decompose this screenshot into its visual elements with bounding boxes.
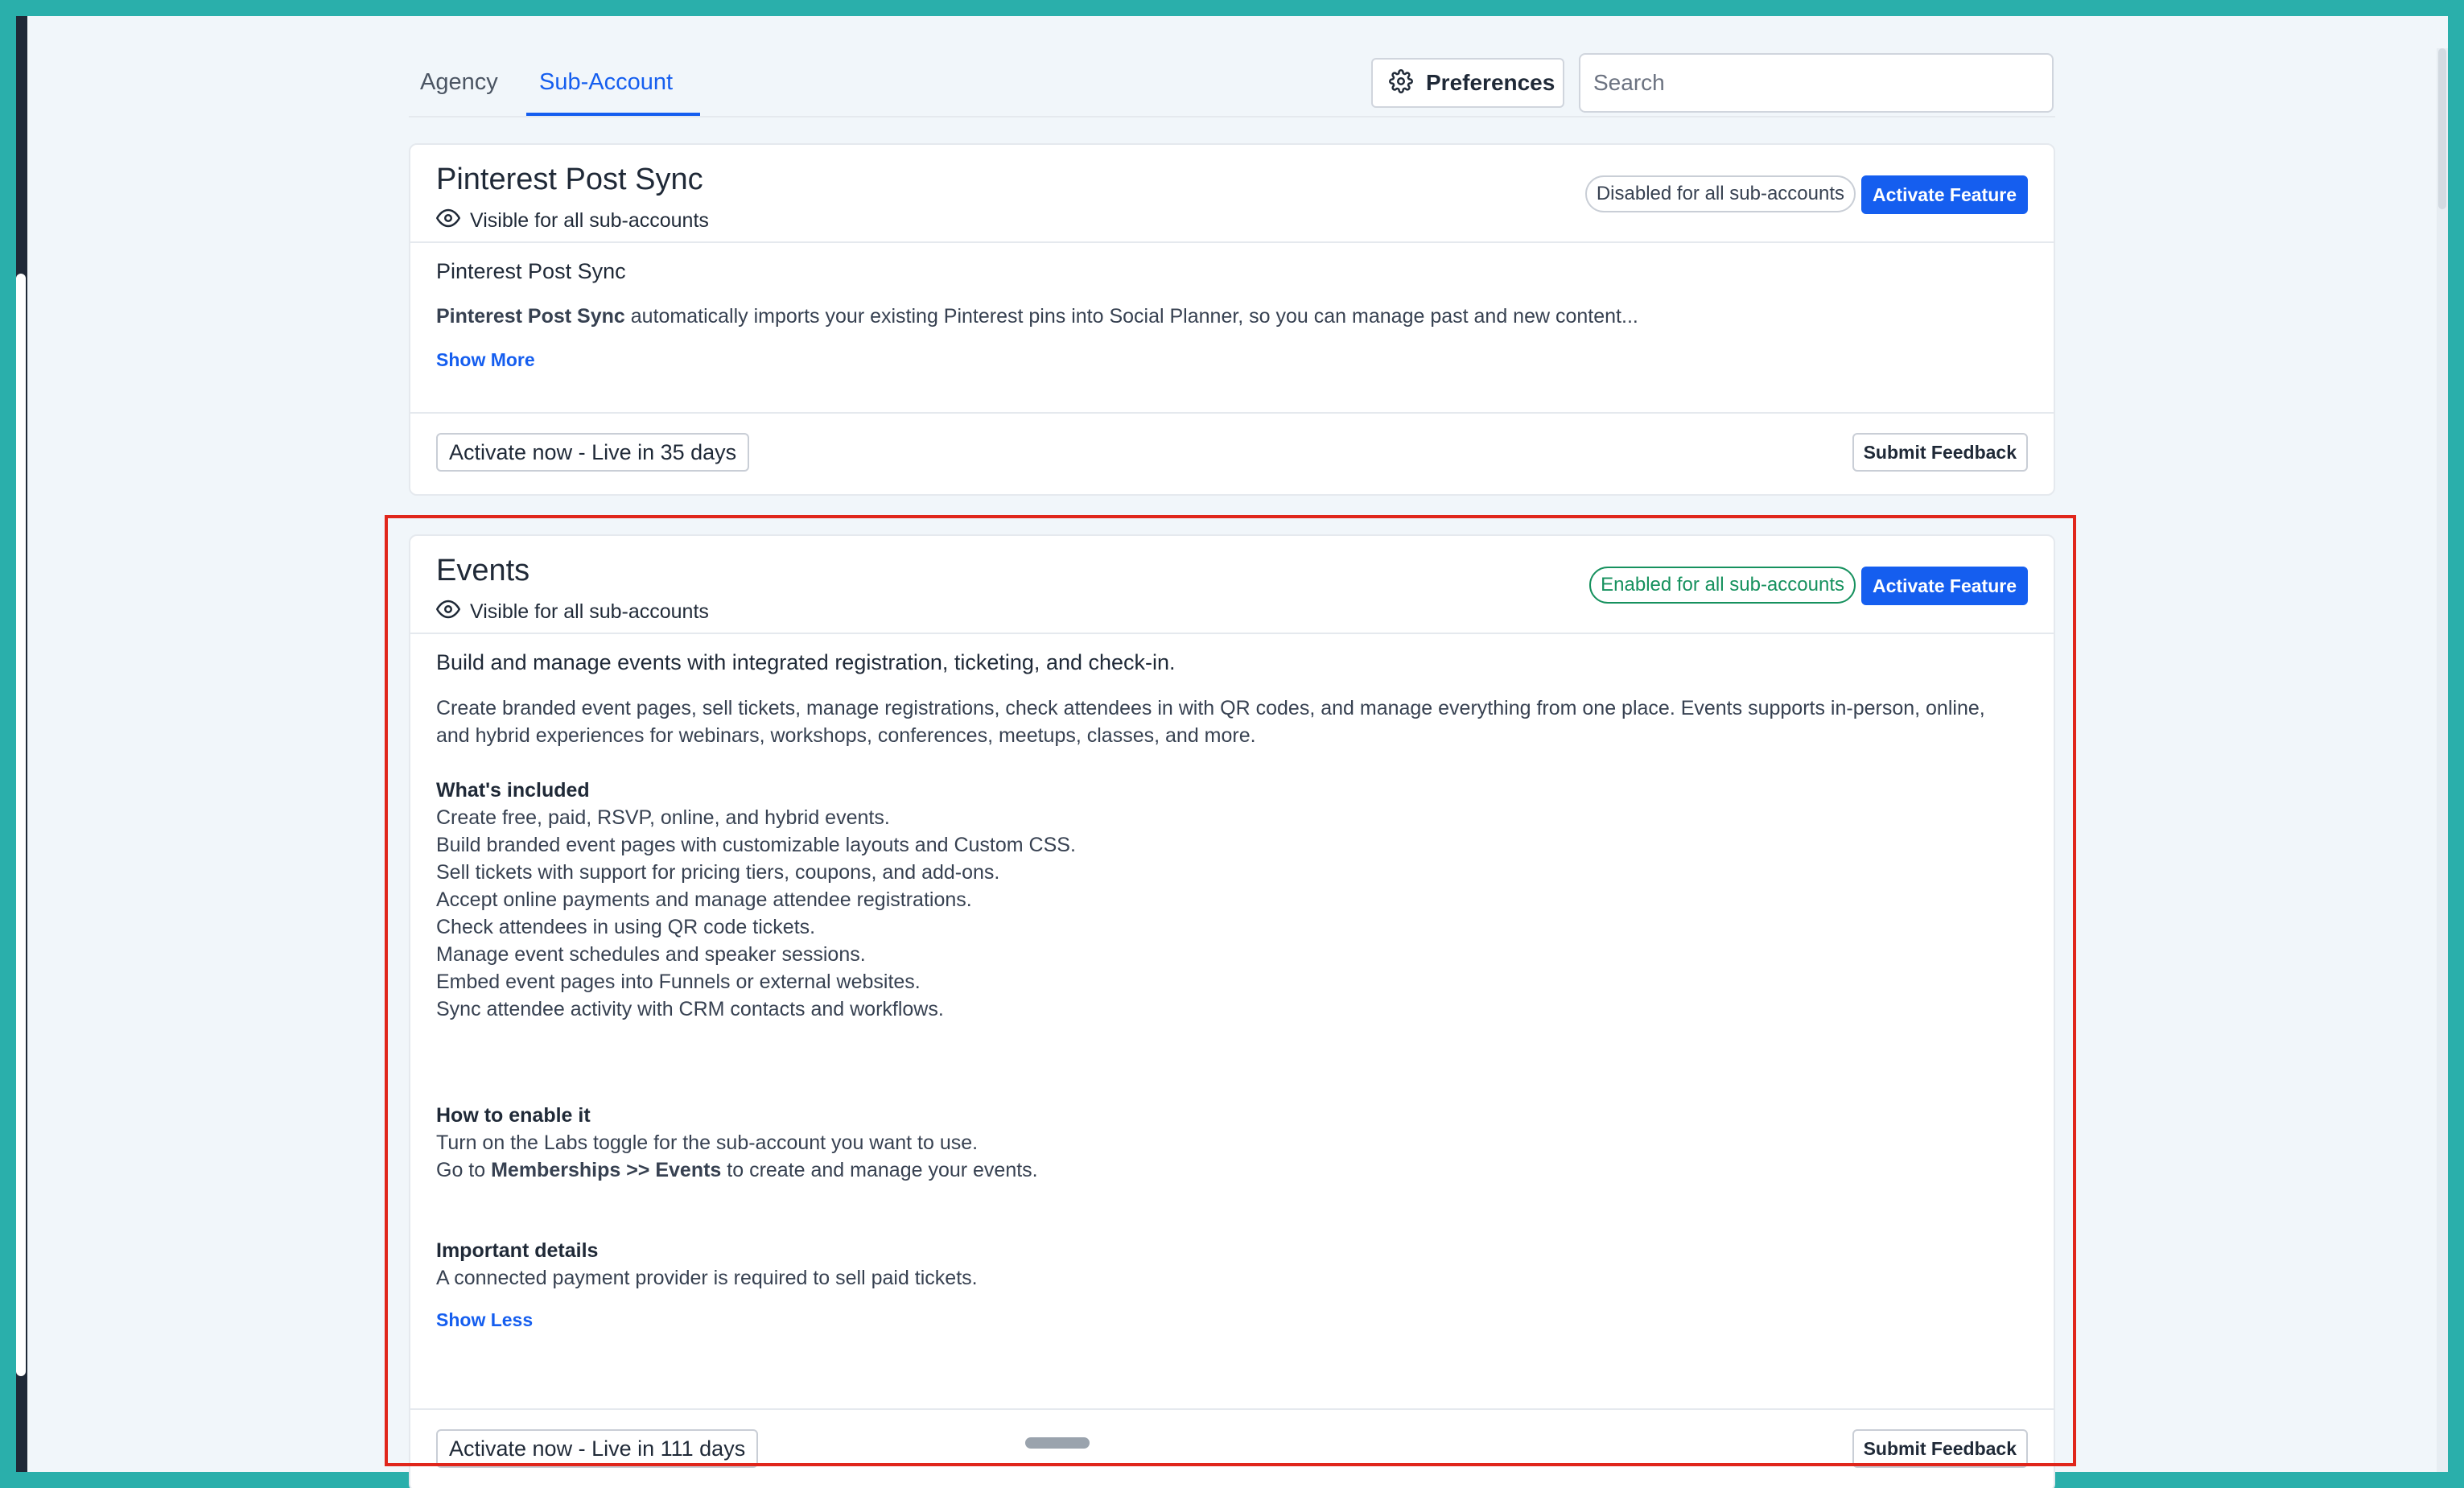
- activate-now-button[interactable]: Activate now - Live in 111 days: [436, 1429, 759, 1468]
- list-item: Build branded event pages with customiza…: [436, 834, 1076, 856]
- eye-icon: [436, 206, 460, 236]
- show-more-link[interactable]: Show More: [436, 349, 535, 371]
- tab-sub-account[interactable]: Sub-Account: [539, 69, 673, 96]
- preferences-button[interactable]: Preferences: [1371, 58, 1564, 108]
- tab-agency[interactable]: Agency: [420, 69, 498, 96]
- enable-step-1: Turn on the Labs toggle for the sub-acco…: [436, 1131, 979, 1154]
- feature-lead: Build and manage events with integrated …: [436, 650, 1176, 674]
- feature-subtitle: Pinterest Post Sync: [436, 259, 626, 283]
- card-title: Pinterest Post Sync: [436, 163, 703, 196]
- feature-card-events: Events Visible for all sub-accounts Enab…: [409, 534, 2055, 1488]
- description-text: automatically imports your existing Pint…: [624, 305, 1638, 328]
- visibility-row: Visible for all sub-accounts: [436, 597, 709, 627]
- top-bar: Agency Sub-Account Preferences: [409, 32, 2055, 117]
- preferences-label: Preferences: [1426, 70, 1555, 95]
- card-header: Events Visible for all sub-accounts Enab…: [410, 536, 2054, 634]
- gear-icon: [1389, 68, 1413, 97]
- visibility-label: Visible for all sub-accounts: [470, 209, 709, 232]
- feature-intro-line-1: Create branded event pages, sell tickets…: [436, 697, 1985, 719]
- right-scrollbar-track: [2437, 48, 2448, 1472]
- whats-included-heading: What's included: [436, 779, 590, 802]
- status-badge: Disabled for all sub-accounts: [1584, 175, 1856, 212]
- list-item: Embed event pages into Funnels or extern…: [436, 971, 921, 993]
- feature-card-pinterest-post-sync: Pinterest Post Sync Visible for all sub-…: [409, 143, 2055, 496]
- enable-step-2-suffix: to create and manage your events.: [721, 1159, 1038, 1181]
- list-item: Manage event schedules and speaker sessi…: [436, 943, 866, 966]
- feature-intro-line-2: and hybrid experiences for webinars, wor…: [436, 724, 1256, 747]
- important-details-heading: Important details: [436, 1239, 599, 1262]
- how-to-enable-heading: How to enable it: [436, 1104, 591, 1127]
- left-scrollbar-thumb[interactable]: [16, 274, 26, 1376]
- list-item: Sell tickets with support for pricing ti…: [436, 861, 1000, 884]
- status-badge: Enabled for all sub-accounts: [1589, 567, 1856, 604]
- eye-icon: [436, 597, 460, 627]
- drag-handle[interactable]: [1025, 1437, 1090, 1449]
- card-body: Build and manage events with integrated …: [410, 634, 2054, 1331]
- submit-feedback-button[interactable]: Submit Feedback: [1852, 433, 2028, 472]
- description-bold: Pinterest Post Sync: [436, 305, 625, 328]
- details-line: A connected payment provider is required…: [436, 1267, 978, 1289]
- show-less-link[interactable]: Show Less: [436, 1309, 2028, 1331]
- feature-description: Pinterest Post Sync automatically import…: [436, 303, 1638, 330]
- enable-step-2: Go to Memberships >> Events to create an…: [436, 1156, 2028, 1184]
- enable-step-2-path: Memberships >> Events: [491, 1159, 722, 1181]
- included-list: Create free, paid, RSVP, online, and hyb…: [436, 804, 2028, 1023]
- list-item: Create free, paid, RSVP, online, and hyb…: [436, 806, 890, 829]
- active-tab-indicator: [526, 113, 700, 116]
- right-scrollbar-thumb[interactable]: [2438, 48, 2446, 209]
- visibility-label: Visible for all sub-accounts: [470, 600, 709, 623]
- search-box[interactable]: [1579, 53, 2054, 113]
- card-footer: Activate now - Live in 35 days Submit Fe…: [410, 412, 2054, 494]
- card-title: Events: [436, 554, 530, 587]
- card-header: Pinterest Post Sync Visible for all sub-…: [410, 145, 2054, 243]
- activate-now-button[interactable]: Activate now - Live in 35 days: [436, 433, 750, 472]
- search-input[interactable]: [1593, 70, 2052, 96]
- card-footer: Activate now - Live in 111 days Submit F…: [410, 1408, 2054, 1488]
- activate-feature-button[interactable]: Activate Feature: [1861, 567, 2028, 605]
- visibility-row: Visible for all sub-accounts: [436, 206, 709, 236]
- list-item: Sync attendee activity with CRM contacts…: [436, 998, 944, 1020]
- labs-content: Agency Sub-Account Preferences Pinterest…: [409, 32, 2055, 1488]
- activate-feature-button[interactable]: Activate Feature: [1861, 175, 2028, 214]
- list-item: Check attendees in using QR code tickets…: [436, 916, 816, 938]
- submit-feedback-button[interactable]: Submit Feedback: [1852, 1429, 2028, 1468]
- enable-step-2-prefix: Go to: [436, 1159, 492, 1181]
- list-item: Accept online payments and manage attend…: [436, 888, 972, 911]
